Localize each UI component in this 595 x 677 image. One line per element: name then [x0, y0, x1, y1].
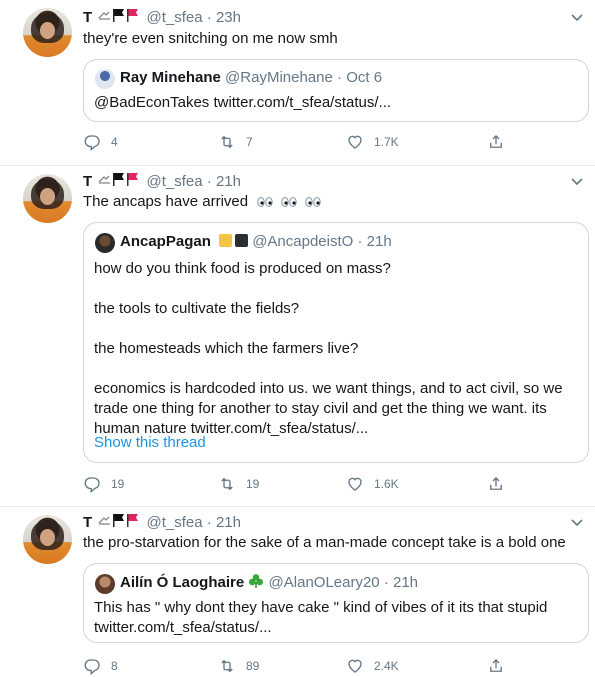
- quoted-text: how do you think food is produced on mas…: [94, 260, 563, 437]
- quoted-avatar: [95, 233, 115, 253]
- author-handle[interactable]: @t_sfea: [147, 514, 203, 531]
- flag-icon: [98, 514, 139, 527]
- quoted-time: Oct 6: [346, 69, 383, 86]
- black-square-icon: [235, 234, 249, 247]
- quoted-tweet[interactable]: Ailín Ó Laoghaire @AlanOLeary20 · 21h Th…: [83, 563, 589, 643]
- share-icon: [490, 135, 502, 148]
- like-icon: [348, 659, 362, 673]
- tweet-header: T @t_sfea · 23h: [83, 7, 241, 27]
- chevron-down-icon[interactable]: [569, 9, 585, 25]
- quoted-time: 21h: [393, 574, 419, 591]
- reply-button[interactable]: 8: [83, 656, 118, 676]
- reply-button[interactable]: 4: [83, 132, 118, 152]
- tweet-time[interactable]: 21h: [216, 514, 241, 531]
- author-emoji-icons: [98, 171, 142, 193]
- tweet-time[interactable]: 23h: [216, 9, 241, 26]
- separator-dot: ·: [206, 513, 212, 531]
- quoted-tweet[interactable]: Ray Minehane @RayMinehane · Oct 6 @BadEc…: [83, 59, 589, 122]
- quoted-author-name: Ray Minehane: [120, 69, 221, 86]
- yellow-square-icon: [219, 234, 233, 247]
- author-name[interactable]: T: [83, 514, 92, 531]
- separator-dot: ·: [337, 69, 343, 86]
- quoted-text: This has " why dont they have cake " kin…: [94, 599, 548, 636]
- quoted-time: 21h: [366, 233, 392, 250]
- share-button[interactable]: [487, 656, 515, 676]
- retweet-count: 89: [246, 659, 260, 673]
- like-button[interactable]: 1.7K: [346, 132, 399, 152]
- flag-icon: [98, 173, 139, 186]
- reply-icon: [84, 135, 100, 151]
- avatar[interactable]: [23, 8, 72, 57]
- quoted-author-handle: @AncapdeistO: [252, 233, 354, 250]
- quoted-text: @BadEconTakes twitter.com/t_sfea/status/…: [94, 94, 392, 111]
- reply-icon: [84, 659, 100, 675]
- like-icon: [348, 135, 362, 149]
- author-emoji-icons: [98, 512, 142, 534]
- quoted-avatar: [95, 69, 115, 89]
- avatar[interactable]: [23, 515, 72, 564]
- quoted-header: AncapPagan @AncapdeistO · 21h: [120, 232, 392, 252]
- separator-dot: ·: [357, 233, 363, 250]
- chevron-down-icon[interactable]: [569, 514, 585, 530]
- tweet-text: The ancaps have arrived: [83, 192, 335, 212]
- quoted-header: Ailín Ó Laoghaire @AlanOLeary20 · 21h: [120, 573, 418, 593]
- like-button[interactable]: 2.4K: [346, 656, 399, 676]
- tweet-header: T @t_sfea · 21h: [83, 512, 241, 532]
- retweet-button[interactable]: 7: [218, 132, 253, 152]
- eyes-emoji-icon: [257, 197, 321, 208]
- tweet-actions: 19 19 1.6K: [83, 474, 563, 494]
- tweet-header: T @t_sfea · 21h: [83, 171, 241, 191]
- author-name[interactable]: T: [83, 173, 92, 190]
- retweet-button[interactable]: 89: [218, 656, 259, 676]
- reply-button[interactable]: 19: [83, 474, 124, 494]
- flag-icon: [98, 9, 139, 22]
- retweet-icon: [221, 477, 233, 491]
- author-emoji-icons: [98, 7, 142, 29]
- author-handle[interactable]: @t_sfea: [147, 9, 203, 26]
- retweet-count: 7: [246, 135, 253, 149]
- reply-count: 4: [111, 135, 118, 149]
- like-button[interactable]: 1.6K: [346, 474, 399, 494]
- reply-icon: [84, 477, 100, 493]
- quoted-tweet[interactable]: AncapPagan @AncapdeistO · 21h how do you…: [83, 222, 589, 463]
- tweet-actions: 8 89 2.4K: [83, 656, 563, 676]
- reply-count: 8: [111, 659, 118, 673]
- share-icon: [490, 659, 502, 672]
- retweet-button[interactable]: 19: [218, 474, 259, 494]
- share-icon: [490, 477, 502, 490]
- avatar[interactable]: [23, 174, 72, 223]
- tweet[interactable]: T @t_sfea · 23h they're even snitching o…: [0, 0, 595, 165]
- separator-dot: ·: [206, 172, 212, 190]
- quoted-author-handle: @AlanOLeary20: [268, 574, 380, 591]
- tweet-text-content: The ancaps have arrived: [83, 193, 249, 210]
- chevron-down-icon[interactable]: [569, 173, 585, 189]
- retweet-count: 19: [246, 477, 260, 491]
- quoted-author-handle: @RayMinehane: [225, 69, 333, 86]
- quoted-avatar: [95, 574, 115, 594]
- tweet-time[interactable]: 21h: [216, 173, 241, 190]
- like-count: 1.7K: [374, 135, 399, 149]
- author-name[interactable]: T: [83, 9, 92, 26]
- quoted-header: Ray Minehane @RayMinehane · Oct 6: [120, 68, 382, 88]
- tweet-text: they're even snitching on me now smh: [83, 30, 338, 47]
- tweet[interactable]: T @t_sfea · 21h The ancaps have arrived: [0, 166, 595, 506]
- quoted-author-name: Ailín Ó Laoghaire: [120, 574, 245, 591]
- like-count: 2.4K: [374, 659, 399, 673]
- share-button[interactable]: [487, 474, 515, 494]
- show-thread-link[interactable]: Show this thread: [94, 433, 206, 453]
- tweet[interactable]: T @t_sfea · 21h the pro-starvation for t…: [0, 507, 595, 677]
- like-icon: [348, 477, 362, 491]
- shamrock-icon: [249, 574, 264, 588]
- retweet-icon: [221, 659, 233, 673]
- separator-dot: ·: [206, 8, 212, 26]
- retweet-icon: [221, 135, 233, 149]
- quoted-author-name: AncapPagan: [120, 233, 211, 250]
- tweet-actions: 4 7 1.7K: [83, 132, 563, 152]
- author-handle[interactable]: @t_sfea: [147, 173, 203, 190]
- share-button[interactable]: [487, 132, 515, 152]
- separator-dot: ·: [383, 574, 389, 591]
- like-count: 1.6K: [374, 477, 399, 491]
- reply-count: 19: [111, 477, 125, 491]
- tweet-text: the pro-starvation for the sake of a man…: [83, 534, 566, 551]
